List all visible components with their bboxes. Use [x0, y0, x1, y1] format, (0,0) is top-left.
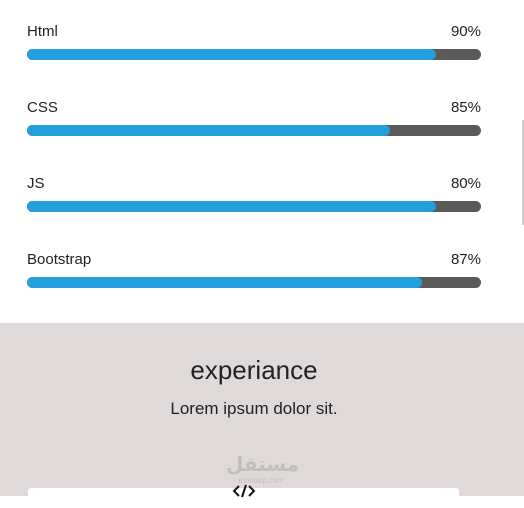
skill-percent: 85% — [450, 99, 481, 116]
experience-subtitle: Lorem ipsum dolor sit. — [170, 399, 338, 418]
skill-progress-track — [27, 201, 481, 212]
skill-percent: 90% — [450, 23, 481, 40]
skill-progress-track — [27, 277, 481, 288]
watermark-logo: مستقل mostaql.com — [226, 454, 300, 485]
skill-item-bootstrap: Bootstrap 87% — [27, 250, 481, 288]
experience-section: experiance Lorem ipsum dolor sit. مستقل … — [0, 323, 524, 508]
skill-item-html: Html 90% — [27, 22, 481, 60]
skill-header: Html 90% — [27, 22, 481, 42]
skills-section: Html 90% CSS 85% JS 80% Bootstrap 87% — [0, 0, 522, 323]
skill-header: Bootstrap 87% — [27, 250, 481, 270]
skill-progress-fill — [27, 49, 436, 60]
experience-title: experiance — [190, 355, 318, 385]
skill-progress-track — [27, 125, 481, 136]
skill-progress-fill — [27, 277, 422, 288]
skill-percent: 87% — [450, 251, 481, 268]
skill-item-css: CSS 85% — [27, 98, 481, 136]
skill-name: JS — [27, 175, 45, 192]
skill-progress-track — [27, 49, 481, 60]
skill-percent: 80% — [450, 175, 481, 192]
skill-name: Html — [27, 23, 58, 40]
skill-header: JS 80% — [27, 174, 481, 194]
skill-item-js: JS 80% — [27, 174, 481, 212]
skill-progress-fill — [27, 125, 391, 136]
skill-name: CSS — [27, 99, 58, 116]
skill-name: Bootstrap — [27, 251, 92, 268]
skill-progress-fill — [27, 201, 436, 212]
skill-header: CSS 85% — [27, 98, 481, 118]
